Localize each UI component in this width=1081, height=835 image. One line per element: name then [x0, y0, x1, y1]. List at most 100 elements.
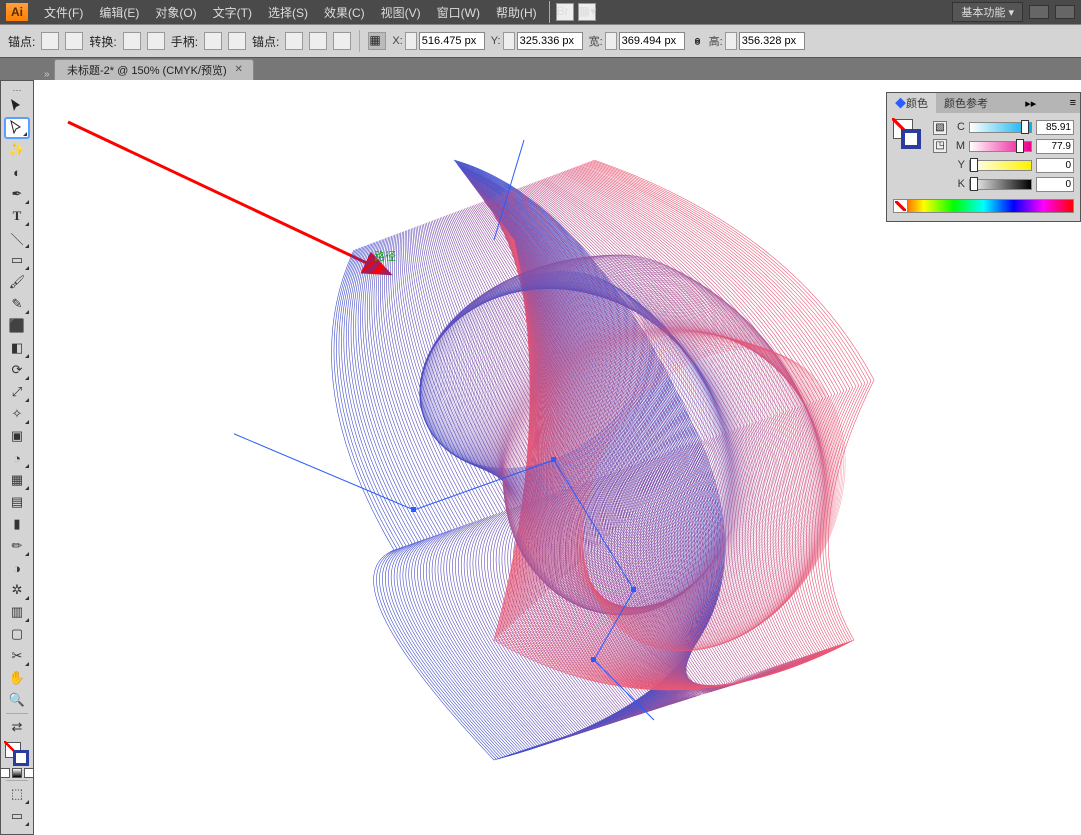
rotate-tool[interactable]: ⟳ [4, 359, 30, 381]
spectrum-bar[interactable] [893, 199, 1074, 213]
h-link-icon[interactable] [725, 32, 737, 50]
y-field: Y: [491, 32, 583, 50]
handle-hide-icon[interactable] [228, 32, 246, 50]
panel-tabs: ◆颜色 颜色参考 ▸▸ ≡ [887, 93, 1080, 113]
h-field: 高: [709, 32, 805, 50]
menu-effect[interactable]: 效果(C) [318, 2, 371, 23]
direct-selection-tool[interactable] [4, 117, 30, 139]
constrain-wh-icon[interactable] [691, 27, 703, 55]
color-mode-gradient-icon[interactable] [12, 768, 22, 778]
slice-tool[interactable]: ✂ [4, 645, 30, 667]
document-tab[interactable]: 未标题-2* @ 150% (CMYK/预览) ✕ [54, 59, 254, 80]
panel-collapse-icon[interactable]: ▸▸ [1021, 97, 1040, 110]
artboard-tool[interactable]: ▢ [4, 623, 30, 645]
handle-label: 手柄: [171, 33, 198, 50]
toggle-fill-stroke-icon[interactable]: ⇄ [4, 716, 30, 738]
window-min-icon[interactable] [1029, 5, 1049, 19]
scale-tool[interactable]: ⤢ [4, 381, 30, 403]
connect-anchor-icon[interactable] [309, 32, 327, 50]
type-tool[interactable]: T [4, 205, 30, 227]
zoom-tool[interactable]: 🔍 [4, 689, 30, 711]
mesh-tool[interactable]: ▤ [4, 491, 30, 513]
rectangle-tool[interactable]: ▭ [4, 249, 30, 271]
screen-mode-icon[interactable]: ▭ [4, 805, 30, 827]
menu-window[interactable]: 窗口(W) [431, 2, 486, 23]
pen-tool[interactable]: ✒ [4, 183, 30, 205]
menu-help[interactable]: 帮助(H) [490, 2, 543, 23]
k-input[interactable] [1036, 177, 1074, 192]
eraser-tool[interactable]: ◧ [4, 337, 30, 359]
magic-wand-tool[interactable]: ✨ [4, 139, 30, 161]
free-transform-tool[interactable]: ▣ [4, 425, 30, 447]
anchor-convert-smooth-icon[interactable] [65, 32, 83, 50]
menu-view[interactable]: 视图(V) [375, 2, 427, 23]
panel-icon-2[interactable]: ◳ [933, 139, 947, 153]
color-mode-none-icon[interactable] [24, 768, 34, 778]
panel-icon-1[interactable]: ▧ [933, 121, 947, 135]
toolbox-expand-icon[interactable]: ⋯ [1, 85, 33, 95]
symbol-sprayer-tool[interactable]: ✲ [4, 579, 30, 601]
width-tool[interactable]: ✧ [4, 403, 30, 425]
remove-anchor-icon[interactable] [285, 32, 303, 50]
blob-brush-tool[interactable]: ⬛ [4, 315, 30, 337]
tab-color-guide[interactable]: 颜色参考 [936, 93, 996, 113]
drawing-mode-icon[interactable]: ⬚ [4, 783, 30, 805]
m-input[interactable] [1036, 139, 1074, 154]
y-link-icon[interactable] [503, 32, 515, 50]
spectrum-none-icon[interactable] [894, 200, 908, 212]
color-panel: ◆颜色 颜色参考 ▸▸ ≡ ▧ ◳ C [886, 92, 1081, 222]
y-input[interactable] [1036, 158, 1074, 173]
h-input[interactable] [739, 32, 805, 50]
handle-show-icon[interactable] [204, 32, 222, 50]
arrange-docs-icon[interactable]: ▦▾ [578, 3, 596, 21]
ref-point-icon[interactable]: ▦ [368, 32, 386, 50]
y-slider[interactable] [969, 160, 1032, 171]
blend-tool[interactable]: ◑ [4, 557, 30, 579]
anchor-label: 锚点: [8, 33, 35, 50]
w-input[interactable] [619, 32, 685, 50]
anchor-convert-corner-icon[interactable] [41, 32, 59, 50]
hand-tool[interactable]: ✋ [4, 667, 30, 689]
cut-path-icon[interactable] [333, 32, 351, 50]
c-input[interactable] [1036, 120, 1074, 135]
color-mode-solid-icon[interactable] [0, 768, 10, 778]
gradient-tool[interactable]: ▮ [4, 513, 30, 535]
shape-builder-tool[interactable]: ◔ [4, 447, 30, 469]
pencil-tool[interactable]: ✎ [4, 293, 30, 315]
convert-icon-2[interactable] [147, 32, 165, 50]
y-input[interactable] [517, 32, 583, 50]
c-slider[interactable] [969, 122, 1032, 133]
eyedropper-tool[interactable]: ✏ [4, 535, 30, 557]
paintbrush-tool[interactable]: 🖌 [4, 271, 30, 293]
tab-expand-icon[interactable]: » [42, 69, 54, 80]
fill-stroke-swatch[interactable] [5, 742, 29, 766]
panel-swatch[interactable] [893, 119, 923, 195]
graph-tool[interactable]: ▥ [4, 601, 30, 623]
selection-tool[interactable] [4, 95, 30, 117]
workspace-switcher[interactable]: 基本功能 ▾ [952, 2, 1023, 22]
k-slider[interactable] [969, 179, 1032, 190]
line-tool[interactable]: ＼ [4, 227, 30, 249]
convert-icon-1[interactable] [123, 32, 141, 50]
window-restore-icon[interactable] [1055, 5, 1075, 19]
panel-menu-icon[interactable]: ≡ [1066, 97, 1080, 109]
artwork[interactable]: 路径 [234, 120, 914, 780]
x-input[interactable] [419, 32, 485, 50]
tab-color[interactable]: ◆颜色 [887, 93, 936, 113]
menu-type[interactable]: 文字(T) [207, 2, 258, 23]
stroke-swatch[interactable] [13, 750, 29, 766]
menu-select[interactable]: 选择(S) [262, 2, 314, 23]
menu-file[interactable]: 文件(F) [38, 2, 89, 23]
close-tab-icon[interactable]: ✕ [233, 64, 245, 76]
m-slider[interactable] [969, 141, 1032, 152]
menu-object[interactable]: 对象(O) [149, 2, 202, 23]
app-logo: Ai [6, 3, 28, 21]
menu-edit[interactable]: 编辑(E) [93, 2, 145, 23]
bridge-icon[interactable]: Br [556, 3, 574, 21]
w-link-icon[interactable] [605, 32, 617, 50]
perspective-tool[interactable]: ▦ [4, 469, 30, 491]
x-link-icon[interactable] [405, 32, 417, 50]
lasso-tool[interactable]: ◐ [4, 161, 30, 183]
panel-stroke-swatch[interactable] [901, 129, 921, 149]
document-tab-title: 未标题-2* @ 150% (CMYK/预览) [67, 62, 227, 78]
